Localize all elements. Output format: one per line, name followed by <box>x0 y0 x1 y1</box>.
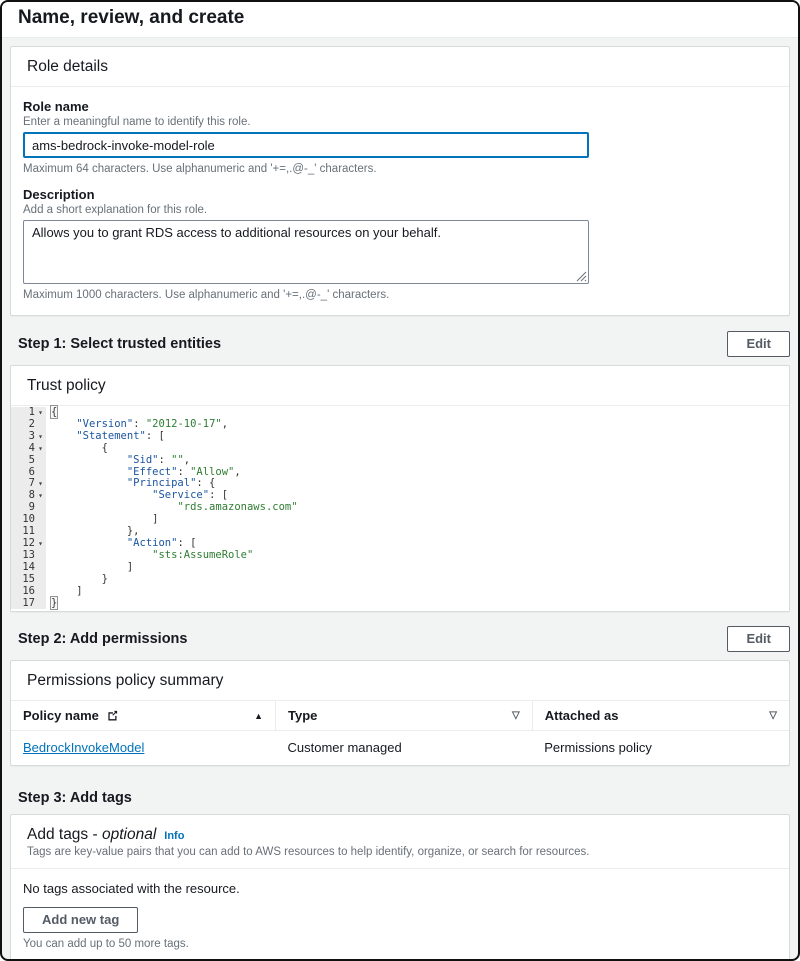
page-title: Name, review, and create <box>2 2 798 38</box>
step2-row: Step 2: Add permissions Edit <box>18 626 790 652</box>
line-number: 5 <box>11 455 35 467</box>
add-tags-card-header: Add tags - optionalInfo Tags are key-val… <box>11 815 789 869</box>
add-tags-title: Add tags - optionalInfo <box>27 826 184 843</box>
code-fold-spacer <box>35 419 46 431</box>
permissions-table: Policy name ▲ Type <box>11 701 789 765</box>
code-fold-spacer <box>35 586 46 598</box>
role-details-card-title: Role details <box>11 47 789 87</box>
step3-row: Step 3: Add tags <box>18 790 790 806</box>
role-name-label: Role name <box>23 99 777 114</box>
filter-icon[interactable]: ▽ <box>769 710 777 721</box>
attached-as-cell: Permissions policy <box>532 731 789 766</box>
code-fold-spacer <box>35 455 46 467</box>
line-number: 14 <box>11 562 35 574</box>
add-tags-description: Tags are key-value pairs that you can ad… <box>27 846 773 858</box>
line-number: 4 <box>11 443 35 455</box>
code-fold-spacer <box>35 598 46 610</box>
step2-edit-button[interactable]: Edit <box>727 626 790 652</box>
table-row: BedrockInvokeModel Customer managed Perm… <box>11 731 789 766</box>
code-fold-spacer <box>35 574 46 586</box>
description-label: Description <box>23 187 777 202</box>
sort-ascending-icon[interactable]: ▲ <box>254 711 263 721</box>
line-number: 17 <box>11 598 35 610</box>
description-textarea[interactable]: Allows you to grant RDS access to additi… <box>23 220 589 284</box>
line-number: 13 <box>11 550 35 562</box>
attached-as-column-label: Attached as <box>545 708 619 723</box>
role-details-card-body: Role name Enter a meaningful name to ide… <box>11 87 789 315</box>
role-name-description: Enter a meaningful name to identify this… <box>23 116 777 128</box>
add-new-tag-button[interactable]: Add new tag <box>23 907 138 933</box>
code-fold-icon[interactable]: ▾ <box>35 478 46 490</box>
code-fold-spacer <box>35 526 46 538</box>
code-fold-icon[interactable]: ▾ <box>35 443 46 455</box>
description-textarea-wrap: Allows you to grant RDS access to additi… <box>23 220 589 284</box>
info-link[interactable]: Info <box>164 830 184 842</box>
code-fold-icon[interactable]: ▾ <box>35 431 46 443</box>
step2-heading: Step 2: Add permissions <box>18 631 187 647</box>
trust-policy-editor: 1▾{2 "Version": "2012-10-17",3▾ "Stateme… <box>11 406 789 611</box>
policy-name-link[interactable]: BedrockInvokeModel <box>23 740 144 755</box>
page: Name, review, and create Role details Ro… <box>0 0 800 961</box>
step1-edit-button[interactable]: Edit <box>727 331 790 357</box>
line-number: 15 <box>11 574 35 586</box>
role-name-input[interactable] <box>23 132 589 158</box>
optional-label: optional <box>102 826 156 843</box>
trust-policy-card: Trust policy 1▾{2 "Version": "2012-10-17… <box>10 365 790 612</box>
code-line: 15 } <box>11 574 789 586</box>
code-fold-icon[interactable]: ▾ <box>35 407 46 419</box>
code-fold-spacer <box>35 550 46 562</box>
code-line: 17} <box>11 598 789 610</box>
code-line: 3▾ "Statement": [ <box>11 431 789 443</box>
role-name-constraint: Maximum 64 characters. Use alphanumeric … <box>23 163 777 175</box>
add-tags-card-body: No tags associated with the resource. Ad… <box>11 869 789 961</box>
step1-row: Step 1: Select trusted entities Edit <box>18 331 790 357</box>
column-header-attached-as[interactable]: Attached as ▽ <box>532 701 789 731</box>
policy-name-column-label: Policy name <box>23 708 99 723</box>
code-fold-spacer <box>35 467 46 479</box>
trust-policy-card-title: Trust policy <box>11 366 789 406</box>
line-number: 16 <box>11 586 35 598</box>
permissions-summary-card-title: Permissions policy summary <box>11 661 789 701</box>
column-header-type[interactable]: Type ▽ <box>276 701 533 731</box>
step3-heading: Step 3: Add tags <box>18 790 132 806</box>
code-text: ] <box>46 586 83 598</box>
code-line: 14 ] <box>11 562 789 574</box>
code-fold-icon[interactable]: ▾ <box>35 538 46 550</box>
no-tags-text: No tags associated with the resource. <box>23 881 777 896</box>
add-tags-card: Add tags - optionalInfo Tags are key-val… <box>10 814 790 961</box>
column-header-policy-name[interactable]: Policy name ▲ <box>11 701 276 731</box>
code-fold-spacer <box>35 562 46 574</box>
tag-limit-text: You can add up to 50 more tags. <box>23 938 777 950</box>
description-constraint: Maximum 1000 characters. Use alphanumeri… <box>23 289 777 301</box>
policy-type-cell: Customer managed <box>276 731 533 766</box>
code-text: } <box>46 598 57 610</box>
line-number: 3 <box>11 431 35 443</box>
code-fold-spacer <box>35 514 46 526</box>
filter-icon[interactable]: ▽ <box>512 710 520 721</box>
permissions-table-header-row: Policy name ▲ Type <box>11 701 789 731</box>
code-fold-icon[interactable]: ▾ <box>35 490 46 502</box>
code-fold-spacer <box>35 502 46 514</box>
type-column-label: Type <box>288 708 317 723</box>
code-line: 16 ] <box>11 586 789 598</box>
permissions-summary-card: Permissions policy summary Policy name ▲ <box>10 660 790 766</box>
role-details-card: Role details Role name Enter a meaningfu… <box>10 46 790 316</box>
description-description: Add a short explanation for this role. <box>23 204 777 216</box>
external-link-icon <box>107 710 118 721</box>
step1-heading: Step 1: Select trusted entities <box>18 336 221 352</box>
